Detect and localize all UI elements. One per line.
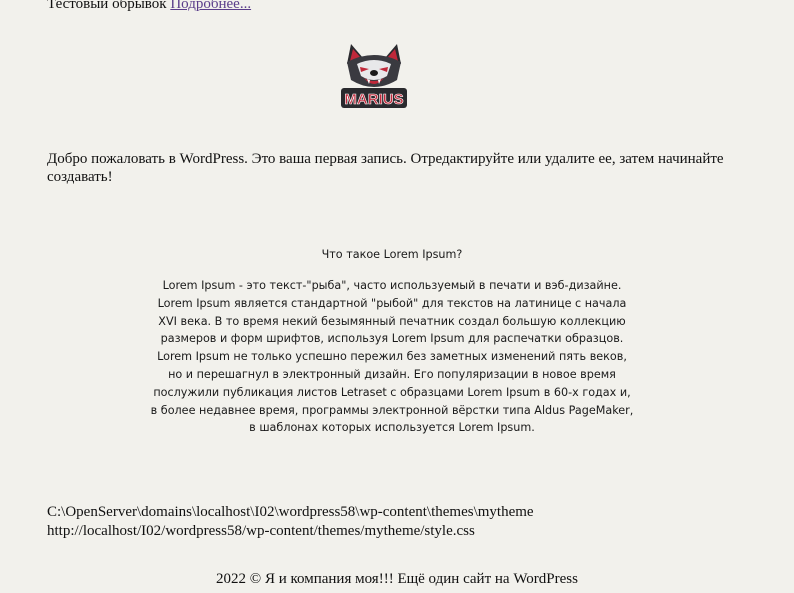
lorem-line: XVI века. В то время некий безымянный пе… — [158, 314, 626, 328]
read-more-link[interactable]: Подробнее... — [170, 0, 251, 12]
lorem-line: Lorem Ipsum является стандартной "рыбой"… — [157, 296, 627, 310]
wolf-mascot-icon: MARIUS — [341, 44, 407, 108]
lorem-line: но и перешагнул в электронный дизайн. Ег… — [168, 367, 616, 381]
excerpt-text: Тестовый обрывок — [47, 0, 167, 12]
lorem-line: Lorem Ipsum - это текст-"рыба", часто ис… — [162, 279, 622, 292]
stylesheet-url: http://localhost/I02/wordpress58/wp-cont… — [47, 523, 475, 539]
post-excerpt: Тестовый обрывок Подробнее... — [47, 0, 251, 13]
lorem-heading: Что такое Lorem Ipsum? — [321, 248, 463, 261]
theme-directory-path: C:\OpenServer\domains\localhost\I02\word… — [47, 504, 534, 520]
lorem-line: в более недавнее время, программы электр… — [150, 403, 634, 417]
theme-paths: C:\OpenServer\domains\localhost\I02\word… — [47, 503, 534, 541]
lorem-line: послужили публикация листов Letraset с о… — [153, 385, 631, 399]
lorem-line: размеров и форм шрифтов, используя Lorem… — [160, 332, 624, 346]
logo-text: MARIUS — [344, 91, 403, 108]
site-logo[interactable]: MARIUS — [337, 42, 411, 110]
site-footer: 2022 © Я и компания моя!!! Ещё один сайт… — [216, 571, 578, 587]
post-content: Добро пожаловать в WordPress. Это ваша п… — [47, 151, 724, 185]
lorem-block: Что такое Lorem Ipsum? Lorem Ipsum - это… — [82, 246, 702, 437]
lorem-line: в шаблонах которых используется Lorem Ip… — [249, 421, 535, 435]
lorem-line: Lorem Ipsum не только успешно пережил бе… — [157, 350, 627, 364]
